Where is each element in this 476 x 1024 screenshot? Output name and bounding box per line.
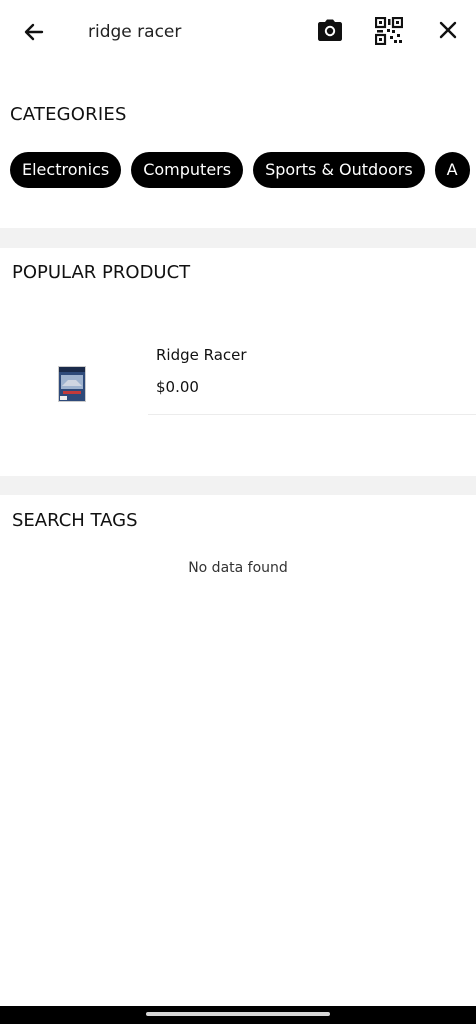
categories-title: CATEGORIES [10, 104, 127, 125]
product-price: $0.00 [156, 378, 199, 396]
category-chip-partial[interactable]: A [434, 152, 470, 188]
category-chips: Electronics Computers Sports & Outdoors A [10, 152, 476, 188]
search-input[interactable] [84, 14, 292, 50]
section-divider [0, 476, 476, 495]
close-icon [439, 21, 457, 39]
search-tags-title: SEARCH TAGS [12, 510, 138, 531]
game-cover-image [59, 367, 85, 401]
close-button[interactable] [430, 12, 466, 48]
qr-scan-button[interactable] [370, 12, 408, 50]
system-nav-bar [0, 1006, 476, 1024]
product-item[interactable]: Ridge Racer $0.00 [0, 330, 476, 416]
popular-product-title: POPULAR PRODUCT [12, 262, 191, 283]
arrow-left-icon [24, 23, 44, 41]
category-chip-computers[interactable]: Computers [131, 152, 244, 188]
camera-button[interactable] [312, 12, 348, 48]
empty-state-message: No data found [188, 560, 288, 576]
product-divider [148, 414, 476, 415]
search-header [0, 0, 476, 62]
product-name: Ridge Racer [156, 346, 247, 364]
product-thumbnail [58, 366, 86, 402]
section-divider [0, 228, 476, 248]
back-button[interactable] [16, 14, 52, 50]
category-chip-electronics[interactable]: Electronics [10, 152, 122, 188]
category-chip-sports-outdoors[interactable]: Sports & Outdoors [253, 152, 425, 188]
home-gesture-handle[interactable] [146, 1012, 330, 1016]
camera-icon [318, 19, 342, 41]
qr-scan-icon [375, 17, 403, 45]
